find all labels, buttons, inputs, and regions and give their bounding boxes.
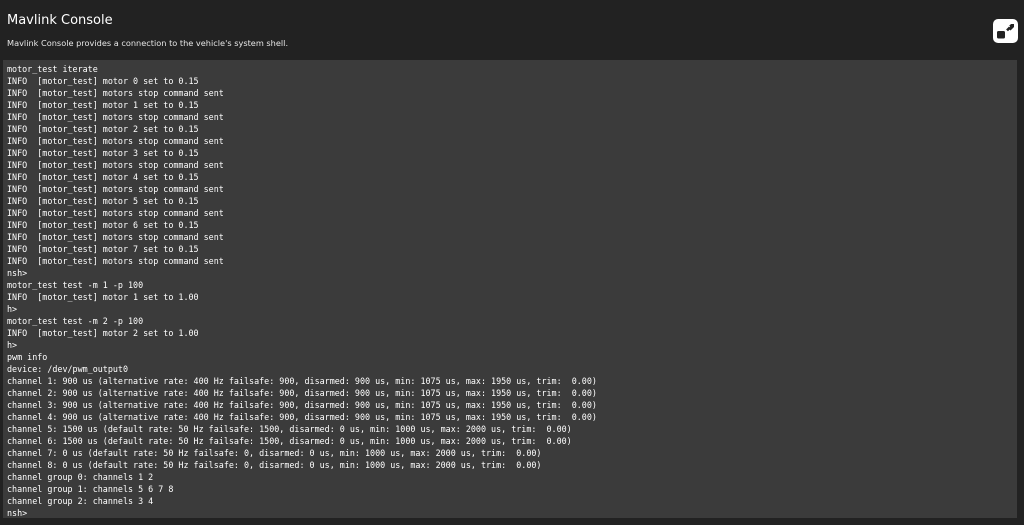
console-line: INFO [motor_test] motors stop command se… [7, 160, 224, 170]
console-line: device: /dev/pwm_output0 [7, 364, 129, 374]
console-line: channel 5: 1500 us (default rate: 50 Hz … [7, 424, 572, 434]
console-line: INFO [motor_test] motor 2 set to 0.15 [7, 124, 199, 134]
console-line: channel 6: 1500 us (default rate: 50 Hz … [7, 436, 572, 446]
console-line: channel 3: 900 us (alternative rate: 400… [7, 400, 597, 410]
console-line: INFO [motor_test] motors stop command se… [7, 112, 224, 122]
console-line: INFO [motor_test] motors stop command se… [7, 136, 224, 146]
console-line: channel group 1: channels 5 6 7 8 [7, 484, 174, 494]
console-line: INFO [motor_test] motor 3 set to 0.15 [7, 148, 199, 158]
console-line: INFO [motor_test] motors stop command se… [7, 88, 224, 98]
popout-button[interactable] [993, 19, 1018, 43]
page-subtitle: Mavlink Console provides a connection to… [7, 38, 289, 48]
console-line: channel 2: 900 us (alternative rate: 400… [7, 388, 597, 398]
console-line: motor_test iterate [7, 64, 98, 74]
console-line: INFO [motor_test] motor 4 set to 0.15 [7, 172, 199, 182]
console-line: INFO [motor_test] motor 1 set to 1.00 [7, 292, 199, 302]
console-line: h> [7, 304, 18, 314]
console-line: channel 7: 0 us (default rate: 50 Hz fai… [7, 448, 542, 458]
console-line: motor_test test -m 2 -p 100 [7, 316, 144, 326]
console-line: nsh> [7, 268, 28, 278]
console-line: INFO [motor_test] motor 5 set to 0.15 [7, 196, 199, 206]
console-output[interactable]: motor_test iterate INFO [motor_test] moto… [3, 60, 1017, 518]
console-line: INFO [motor_test] motors stop command se… [7, 208, 224, 218]
console-line: INFO [motor_test] motors stop command se… [7, 232, 224, 242]
console-line: motor_test test -m 1 -p 100 [7, 280, 144, 290]
console-line: INFO [motor_test] motors stop command se… [7, 256, 224, 266]
console-line: channel group 2: channels 3 4 [7, 496, 154, 506]
popout-icon [997, 24, 1014, 39]
console-line: channel 4: 900 us (alternative rate: 400… [7, 412, 597, 422]
console-line: pwm info [7, 352, 48, 362]
mavlink-console-page: Mavlink Console Mavlink Console provides… [0, 0, 1024, 525]
console-line: channel 8: 0 us (default rate: 50 Hz fai… [7, 460, 542, 470]
console-line: INFO [motor_test] motor 1 set to 0.15 [7, 100, 199, 110]
console-line: h> [7, 340, 18, 350]
console-line: INFO [motor_test] motor 0 set to 0.15 [7, 76, 199, 86]
console-line: INFO [motor_test] motors stop command se… [7, 184, 224, 194]
console-line: channel group 0: channels 1 2 [7, 472, 154, 482]
page-title: Mavlink Console [7, 13, 113, 28]
console-line: channel 1: 900 us (alternative rate: 400… [7, 376, 597, 386]
console-line: INFO [motor_test] motor 7 set to 0.15 [7, 244, 199, 254]
console-line: INFO [motor_test] motor 6 set to 0.15 [7, 220, 199, 230]
console-line: INFO [motor_test] motor 2 set to 1.00 [7, 328, 199, 338]
console-line: nsh> [7, 508, 28, 518]
